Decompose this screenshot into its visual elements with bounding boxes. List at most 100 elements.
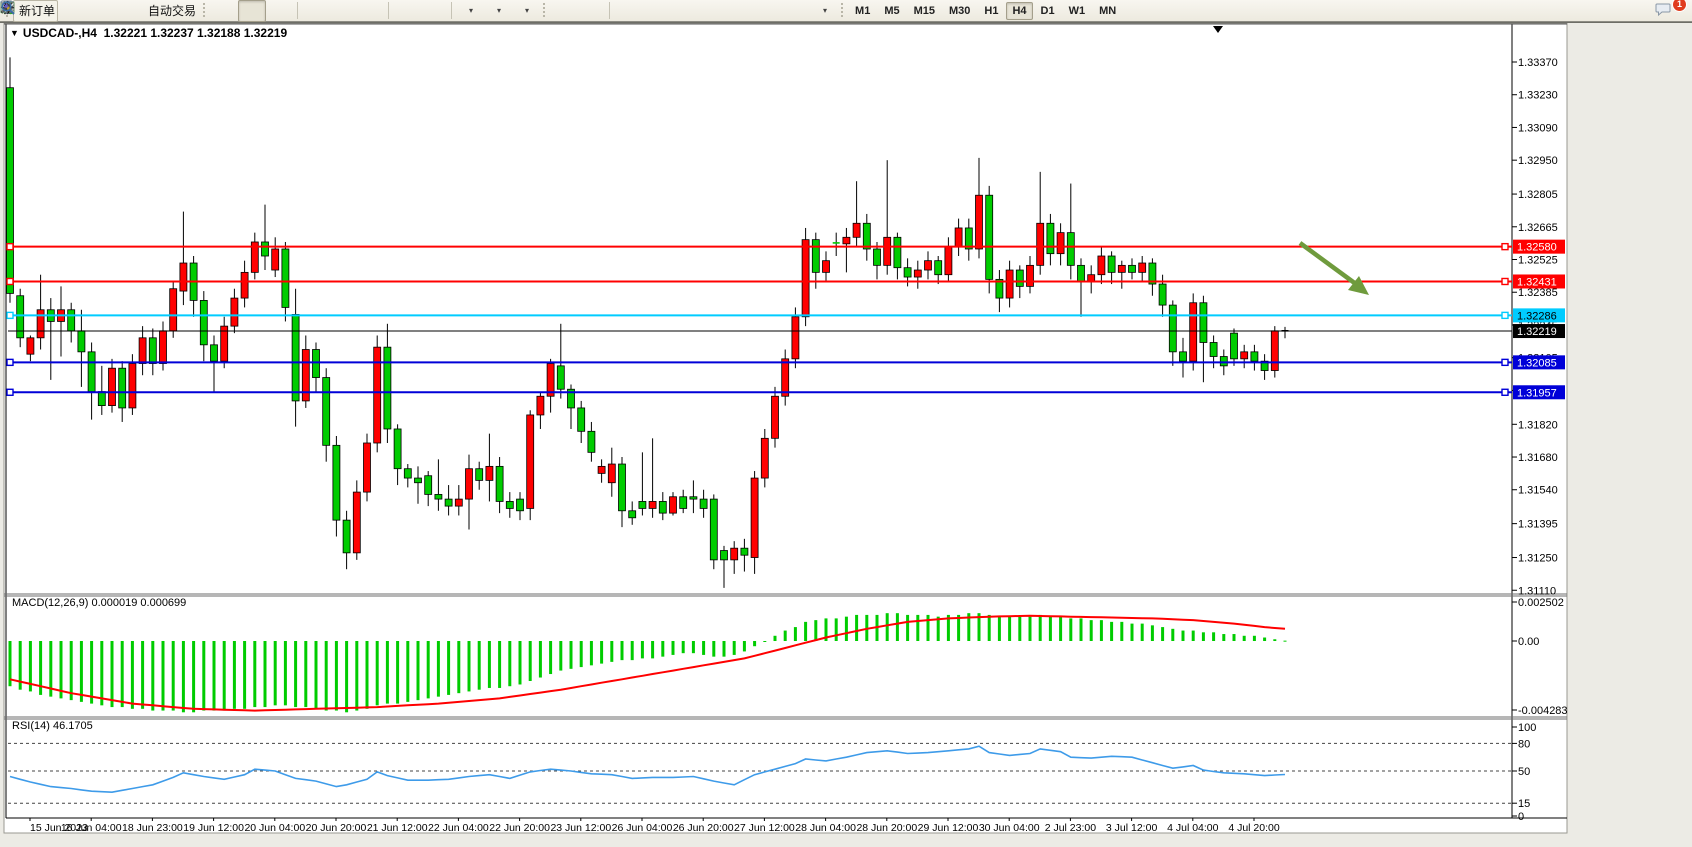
autotrading-button[interactable]: 自动交易: [142, 0, 199, 22]
dropdown-caret-icon: ▾: [497, 6, 501, 15]
svg-text:3 Jul 12:00: 3 Jul 12:00: [1106, 822, 1158, 834]
signals-button[interactable]: [114, 0, 142, 22]
svg-text:1.32085: 1.32085: [1517, 357, 1557, 369]
line-handle[interactable]: [7, 244, 13, 250]
trendline-button[interactable]: [669, 0, 697, 22]
svg-text:1.31680: 1.31680: [1518, 452, 1558, 464]
timeframe-button-M15[interactable]: M15: [908, 2, 941, 20]
chart-shift-button[interactable]: [420, 0, 448, 22]
line-handle[interactable]: [7, 312, 13, 318]
timeframe-button-D1[interactable]: D1: [1035, 2, 1061, 20]
new-order-label: 新订单: [19, 2, 55, 19]
toolbar-grip[interactable]: [839, 3, 846, 19]
timeframe-button-H4[interactable]: H4: [1006, 2, 1032, 20]
svg-text:28 Jun 20:00: 28 Jun 20:00: [856, 822, 917, 834]
macd-indicator-label: MACD(12,26,9) 0.000019 0.000699: [12, 597, 186, 609]
svg-text:26 Jun 04:00: 26 Jun 04:00: [612, 822, 673, 834]
toolbar-grip[interactable]: [201, 3, 208, 19]
add-indicator-button[interactable]: ▾: [455, 0, 483, 22]
svg-text:50: 50: [1518, 766, 1530, 778]
text-label-button[interactable]: T: [781, 0, 809, 22]
line-handle[interactable]: [7, 359, 13, 365]
svg-text:28 Jun 04:00: 28 Jun 04:00: [795, 822, 856, 834]
line-handle[interactable]: [1502, 312, 1508, 318]
price-tag-1.32286[interactable]: 1.32286: [1513, 308, 1565, 322]
price-tag-1.32580[interactable]: 1.32580: [1513, 240, 1565, 254]
line-handle[interactable]: [1502, 244, 1508, 250]
svg-text:20 Jun 04:00: 20 Jun 04:00: [244, 822, 305, 834]
auto-scroll-button[interactable]: [392, 0, 420, 22]
svg-text:1.32431: 1.32431: [1517, 276, 1557, 288]
horizontal-line-button[interactable]: [641, 0, 669, 22]
crosshair-button[interactable]: [578, 0, 606, 22]
svg-text:30 Jun 04:00: 30 Jun 04:00: [979, 822, 1040, 834]
bar-chart-button[interactable]: [210, 0, 238, 22]
line-handle[interactable]: [1502, 389, 1508, 395]
metaeditor-button[interactable]: [58, 0, 86, 22]
vertical-line-button[interactable]: [613, 0, 641, 22]
timeframe-button-M1[interactable]: M1: [849, 2, 876, 20]
chart-title-collapse-icon[interactable]: ▼: [10, 28, 19, 38]
price-tag-1.31957[interactable]: 1.31957: [1513, 385, 1565, 399]
svg-text:1.33090: 1.33090: [1518, 122, 1558, 134]
svg-text:1.33370: 1.33370: [1518, 57, 1558, 69]
svg-text:19 Jun 12:00: 19 Jun 12:00: [183, 822, 244, 834]
svg-text:22 Jun 04:00: 22 Jun 04:00: [428, 822, 489, 834]
svg-text:100: 100: [1518, 722, 1536, 734]
main-toolbar: 新订单 自动交易: [0, 0, 1692, 22]
new-order-button[interactable]: 新订单: [13, 0, 58, 22]
svg-text:1.32665: 1.32665: [1518, 222, 1558, 234]
line-handle[interactable]: [1502, 278, 1508, 284]
new-chart-button[interactable]: [86, 0, 114, 22]
svg-text:1.31957: 1.31957: [1517, 387, 1557, 399]
svg-text:1.32805: 1.32805: [1518, 189, 1558, 201]
notification-badge: 1: [1672, 0, 1687, 12]
svg-text:1.32286: 1.32286: [1517, 310, 1557, 322]
svg-text:0: 0: [1518, 811, 1524, 823]
search-button[interactable]: [1620, 0, 1648, 22]
timeframe-button-M30[interactable]: M30: [943, 2, 976, 20]
timeframe-button-H1[interactable]: H1: [978, 2, 1004, 20]
price-tag-1.32085[interactable]: 1.32085: [1513, 355, 1565, 369]
arrows-tool-button[interactable]: ▾: [809, 0, 837, 22]
svg-text:23 Jun 12:00: 23 Jun 12:00: [550, 822, 611, 834]
chart-title-symbol: USDCAD-,H4: [23, 26, 97, 40]
autotrading-label: 自动交易: [148, 2, 196, 19]
line-handle[interactable]: [7, 389, 13, 395]
zoom-out-button[interactable]: [329, 0, 357, 22]
svg-text:1.32525: 1.32525: [1518, 255, 1558, 267]
svg-text:0.002502: 0.002502: [1518, 597, 1564, 609]
chart-canvas[interactable]: 1.333701.332301.330901.329501.328051.326…: [0, 0, 1692, 847]
svg-text:1.31250: 1.31250: [1518, 553, 1558, 565]
text-button[interactable]: A: [753, 0, 781, 22]
svg-text:1.32950: 1.32950: [1518, 155, 1558, 167]
timeframe-button-W1[interactable]: W1: [1063, 2, 1092, 20]
periods-button[interactable]: ▾: [483, 0, 511, 22]
timeframe-button-MN[interactable]: MN: [1093, 2, 1122, 20]
svg-text:0.00: 0.00: [1518, 636, 1539, 648]
timeframe-button-M5[interactable]: M5: [878, 2, 905, 20]
svg-text:1.31395: 1.31395: [1518, 519, 1558, 531]
svg-text:18 Jun 23:00: 18 Jun 23:00: [122, 822, 183, 834]
svg-text:1.31110: 1.31110: [1518, 585, 1556, 597]
chart-title: ▼USDCAD-,H4 1.32221 1.32237 1.32188 1.32…: [10, 26, 287, 40]
svg-text:1.32219: 1.32219: [1517, 326, 1557, 338]
equidistant-channel-button[interactable]: E: [697, 0, 725, 22]
price-tag-1.32431[interactable]: 1.32431: [1513, 274, 1565, 288]
templates-button[interactable]: ▾: [511, 0, 539, 22]
candlestick-chart-button[interactable]: [238, 0, 266, 22]
line-chart-button[interactable]: [266, 0, 294, 22]
zoom-in-button[interactable]: [301, 0, 329, 22]
tile-windows-button[interactable]: [357, 0, 385, 22]
price-tag-1.32219[interactable]: 1.32219: [1513, 324, 1565, 338]
svg-text:16 Jun 04:00: 16 Jun 04:00: [61, 822, 122, 834]
cursor-button[interactable]: [550, 0, 578, 22]
toolbar-grip[interactable]: [541, 3, 548, 19]
line-handle[interactable]: [7, 278, 13, 284]
dropdown-caret-icon: ▾: [823, 6, 827, 15]
fibonacci-button[interactable]: F: [725, 0, 753, 22]
mt4-terminal-window: 新订单 自动交易: [0, 0, 1692, 847]
notifications-button[interactable]: 1: [1654, 0, 1682, 22]
line-handle[interactable]: [1502, 359, 1508, 365]
svg-text:26 Jun 20:00: 26 Jun 20:00: [673, 822, 734, 834]
